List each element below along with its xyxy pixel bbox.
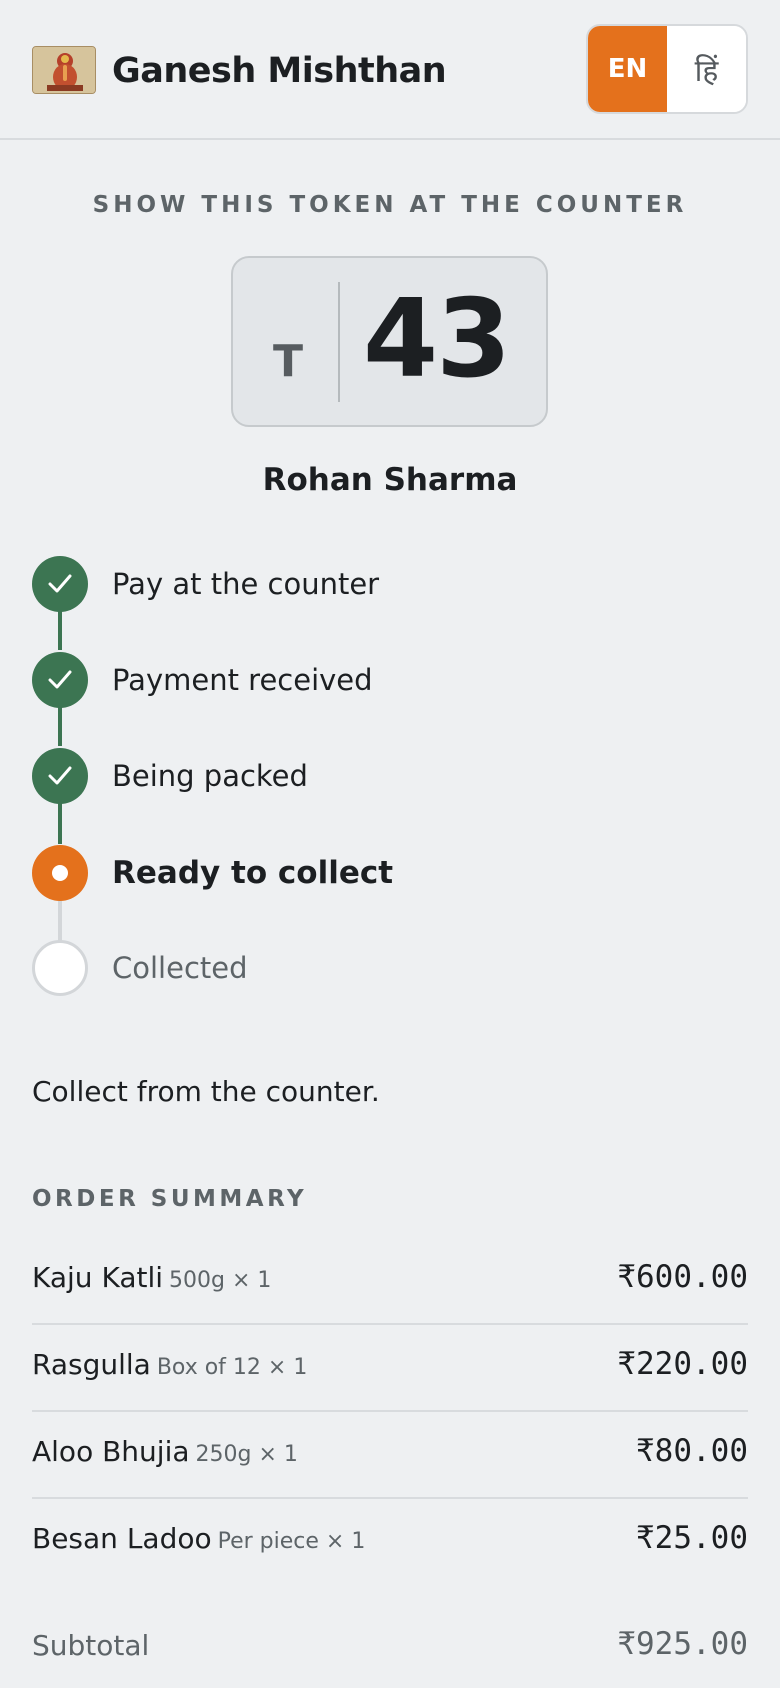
item-variant: 250g × 1 [195, 1442, 298, 1467]
lang-hi-button[interactable]: हिं [667, 26, 746, 112]
item-price: ₹25.00 [636, 1520, 748, 1556]
token-caption: SHOW THIS TOKEN AT THE COUNTER [92, 192, 688, 218]
timeline-connector [58, 610, 62, 650]
step-done-indicator [32, 748, 88, 804]
status-step-being-packed: Being packed [32, 748, 732, 804]
step-done-indicator [32, 556, 88, 612]
item-variant: Per piece × 1 [217, 1529, 366, 1554]
check-icon [48, 766, 72, 785]
item-name: Kaju Katli [32, 1261, 164, 1294]
app-header: Ganesh Mishthan EN हिं [0, 0, 780, 140]
order-item-row: Besan Ladoo Per piece × 1 ₹25.00 [32, 1499, 748, 1586]
order-item-row: Rasgulla Box of 12 × 1 ₹220.00 [32, 1325, 748, 1412]
status-step-collected: Collected [32, 940, 732, 996]
subtotal-value: ₹925.00 [617, 1626, 748, 1662]
order-summary-title: ORDER SUMMARY [32, 1186, 308, 1212]
step-label: Being packed [112, 759, 308, 793]
lang-en-button[interactable]: EN [588, 26, 667, 112]
order-item-row: Aloo Bhujia 250g × 1 ₹80.00 [32, 1412, 748, 1499]
ganesha-logo-icon [32, 46, 96, 94]
status-step-payment-received: Payment received [32, 652, 732, 708]
timeline-connector [58, 802, 62, 844]
step-label: Payment received [112, 663, 373, 697]
order-item-row: Kaju Katli 500g × 1 ₹600.00 [32, 1238, 748, 1325]
token-number: 43 [363, 277, 511, 402]
token-divider [338, 282, 340, 402]
item-price: ₹600.00 [617, 1259, 748, 1295]
token-prefix: T [273, 336, 304, 387]
current-dot-icon [52, 865, 68, 881]
step-label: Pay at the counter [112, 567, 380, 601]
step-label-current: Ready to collect [112, 855, 394, 891]
check-icon [48, 670, 72, 689]
item-variant: 500g × 1 [169, 1268, 272, 1293]
order-item-list: Kaju Katli 500g × 1 ₹600.00 Rasgulla Box o… [32, 1238, 748, 1586]
status-step-ready: Ready to collect [32, 845, 732, 901]
shop-name: Ganesh Mishthan [112, 51, 447, 91]
timeline-connector [58, 706, 62, 746]
item-price: ₹80.00 [636, 1433, 748, 1469]
check-icon [48, 574, 72, 593]
collect-instructions: Collect from the counter. [32, 1075, 380, 1108]
item-name: Besan Ladoo [32, 1522, 212, 1555]
item-price: ₹220.00 [617, 1346, 748, 1382]
timeline-connector [58, 900, 62, 942]
customer-name: Rohan Sharma [262, 462, 518, 498]
step-done-indicator [32, 652, 88, 708]
subtotal-label: Subtotal [32, 1629, 150, 1662]
step-label: Collected [112, 951, 248, 985]
token-card: T 43 [231, 256, 548, 427]
language-toggle[interactable]: EN हिं [586, 24, 748, 114]
status-step-pay: Pay at the counter [32, 556, 732, 612]
item-name: Aloo Bhujia [32, 1435, 190, 1468]
step-current-indicator [32, 845, 88, 901]
item-variant: Box of 12 × 1 [156, 1355, 308, 1380]
step-pending-indicator [32, 940, 88, 996]
item-name: Rasgulla [32, 1348, 151, 1381]
